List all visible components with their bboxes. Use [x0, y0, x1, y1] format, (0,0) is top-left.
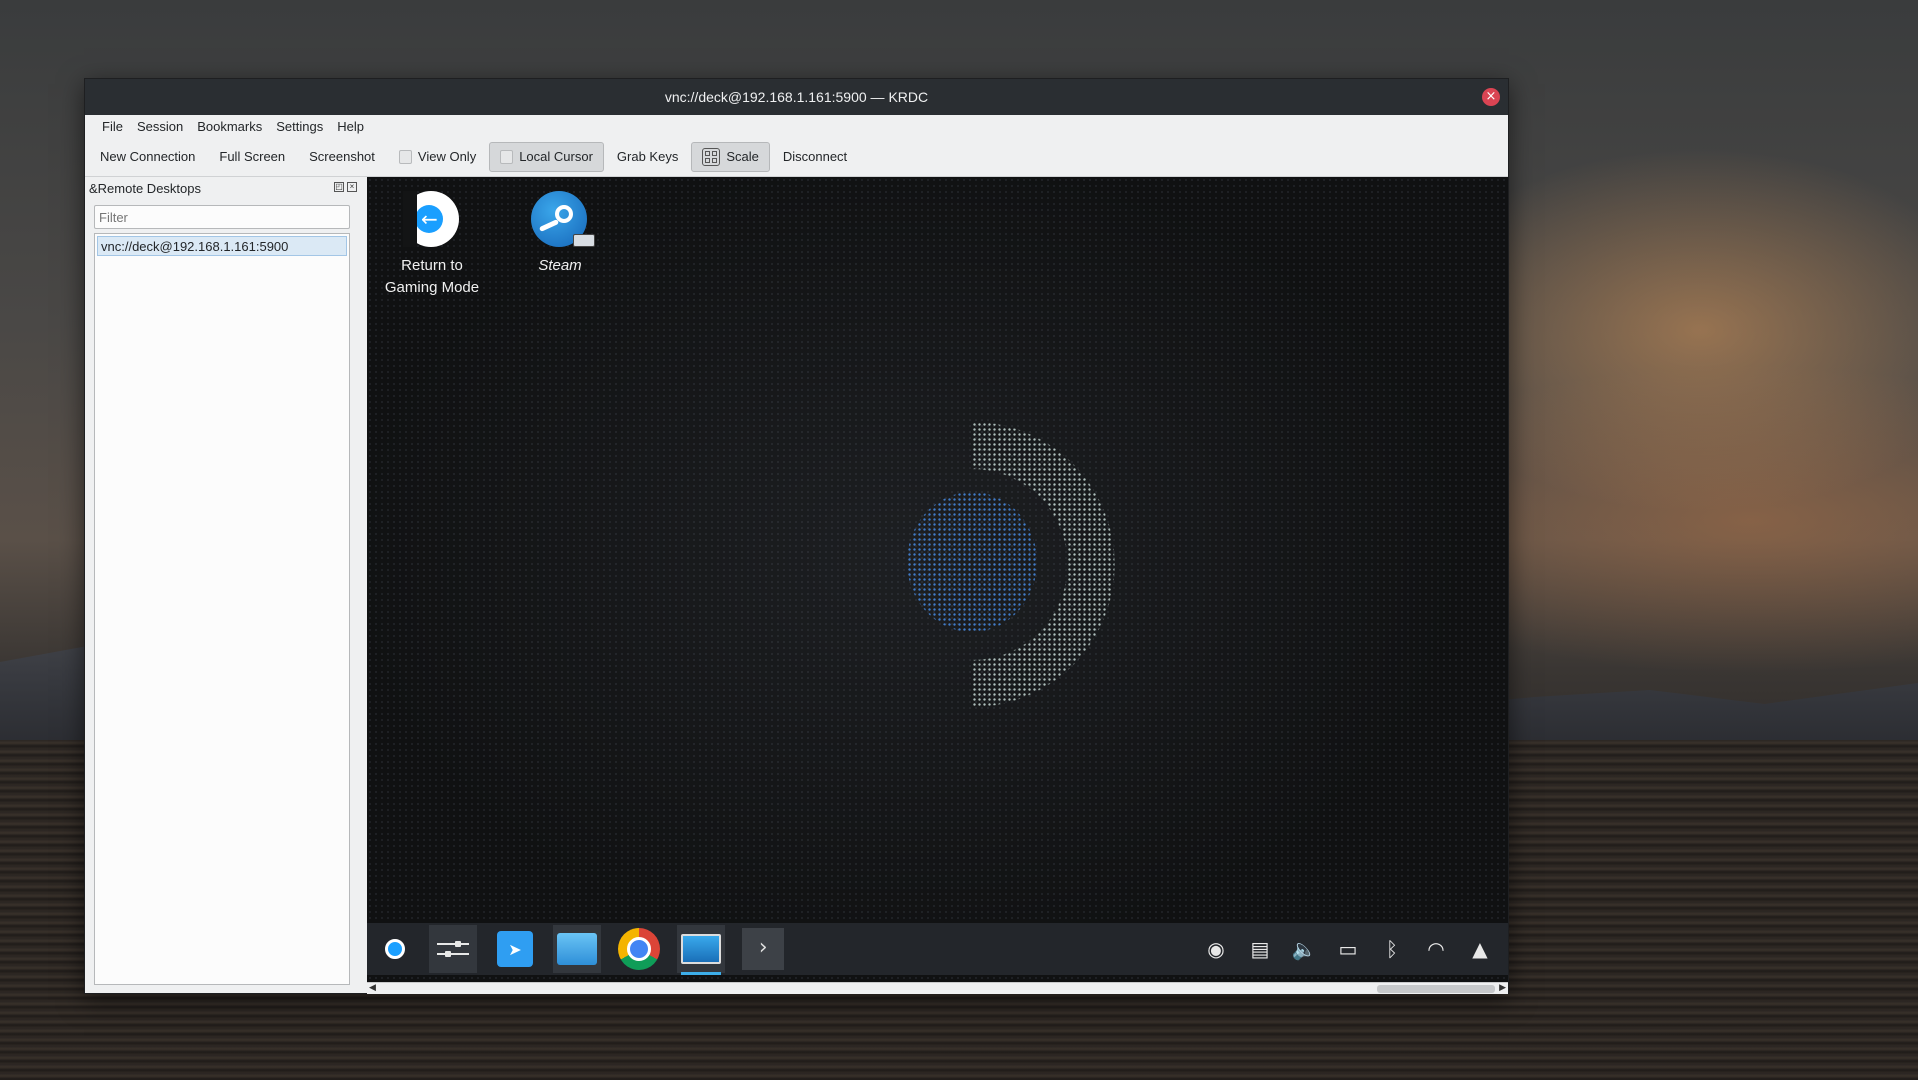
krdc-monitor-icon[interactable]: [677, 925, 725, 975]
deck-menu-icon[interactable]: [375, 925, 415, 973]
full-screen-button[interactable]: Full Screen: [208, 142, 296, 172]
battery-icon[interactable]: ▭: [1334, 937, 1362, 961]
view-only-button[interactable]: View Only: [388, 142, 487, 172]
disconnect-label: Disconnect: [782, 149, 848, 164]
title-bar[interactable]: vnc://deck@192.168.1.161:5900 — KRDC ×: [85, 79, 1508, 115]
steam-label: Steam: [538, 257, 582, 274]
shortcut-badge-icon: [573, 234, 595, 247]
menu-bookmarks[interactable]: Bookmarks: [190, 119, 269, 134]
scrollbar-thumb[interactable]: [1377, 985, 1495, 993]
full-screen-label: Full Screen: [219, 149, 286, 164]
scale-icon: [702, 147, 721, 166]
close-dock-icon[interactable]: ×: [347, 182, 357, 192]
return-arrow-icon: ←: [403, 191, 461, 249]
view-only-label: View Only: [417, 149, 477, 164]
volume-icon[interactable]: 🔈: [1290, 937, 1318, 961]
scroll-left-icon[interactable]: ◀: [369, 983, 376, 993]
system-tray: ◉ ▤ 🔈 ▭ ᛒ ◠ ▲: [1202, 937, 1508, 961]
menu-settings[interactable]: Settings: [269, 119, 330, 134]
return-label-line2: Gaming Mode: [384, 279, 480, 296]
local-cursor-checkbox-icon: [500, 149, 514, 164]
steam-tray-icon[interactable]: ◉: [1202, 937, 1230, 961]
menu-file[interactable]: File: [95, 119, 130, 134]
screenshot-button[interactable]: Screenshot: [298, 142, 386, 172]
scroll-right-icon[interactable]: ▶: [1499, 983, 1506, 993]
local-cursor-button[interactable]: Local Cursor: [489, 141, 604, 172]
clipboard-icon[interactable]: ▤: [1246, 937, 1274, 961]
disconnect-button[interactable]: Disconnect: [772, 142, 858, 172]
expand-tray-icon[interactable]: ▲: [1466, 937, 1494, 961]
menu-session[interactable]: Session: [130, 119, 190, 134]
local-cursor-label: Local Cursor: [519, 149, 593, 164]
filter-input[interactable]: [94, 205, 350, 229]
scale-button[interactable]: Scale: [691, 141, 770, 172]
steam-deck-logo: [872, 422, 1132, 712]
float-dock-icon[interactable]: ◰: [334, 182, 344, 192]
steam-deck-logo-core: [907, 492, 1037, 632]
steam-icon: [531, 191, 595, 249]
screenshot-label: Screenshot: [309, 149, 375, 164]
grab-keys-label: Grab Keys: [616, 149, 679, 164]
view-only-checkbox-icon: [398, 149, 412, 164]
connection-item[interactable]: vnc://deck@192.168.1.161:5900: [97, 236, 347, 256]
new-connection-button[interactable]: New Connection: [89, 142, 206, 172]
horizontal-scrollbar[interactable]: ◀ ▶: [367, 982, 1508, 994]
menu-bar: File Session Bookmarks Settings Help: [85, 115, 1508, 137]
desktop-icon-steam[interactable]: Steam: [505, 191, 615, 277]
remote-desktop-view[interactable]: ← Return to Gaming Mode Steam ➤ › ◉ ▤ 🔈 …: [367, 177, 1508, 982]
new-connection-label: New Connection: [100, 149, 196, 164]
main-toolbar: New Connection Full Screen Screenshot Vi…: [85, 137, 1508, 177]
window-title: vnc://deck@192.168.1.161:5900 — KRDC: [664, 89, 929, 105]
bluetooth-icon[interactable]: ᛒ: [1378, 937, 1406, 961]
chrome-icon[interactable]: [615, 925, 663, 973]
dock-title-bar: &Remote Desktops ◰ ×: [85, 177, 365, 199]
dock-title: &Remote Desktops: [89, 180, 201, 196]
grab-keys-button[interactable]: Grab Keys: [606, 142, 689, 172]
menu-help[interactable]: Help: [330, 119, 371, 134]
dolphin-folder-icon[interactable]: [553, 925, 601, 973]
wifi-icon[interactable]: ◠: [1422, 937, 1450, 961]
desktop-icon-return-to-gaming-mode[interactable]: ← Return to Gaming Mode: [377, 191, 487, 299]
krdc-window: vnc://deck@192.168.1.161:5900 — KRDC × F…: [84, 78, 1509, 994]
remote-desktops-dock: &Remote Desktops ◰ × vnc://deck@192.168.…: [85, 177, 365, 993]
discover-store-icon[interactable]: ➤: [491, 925, 539, 973]
connections-list: vnc://deck@192.168.1.161:5900: [94, 233, 350, 985]
konsole-icon[interactable]: ›: [739, 925, 787, 973]
remote-taskbar: ➤ › ◉ ▤ 🔈 ▭ ᛒ ◠ ▲: [367, 923, 1508, 975]
system-settings-icon[interactable]: [429, 925, 477, 973]
return-label-line1: Return to: [401, 257, 463, 274]
close-window-button[interactable]: ×: [1482, 88, 1500, 106]
scale-label: Scale: [726, 149, 759, 164]
